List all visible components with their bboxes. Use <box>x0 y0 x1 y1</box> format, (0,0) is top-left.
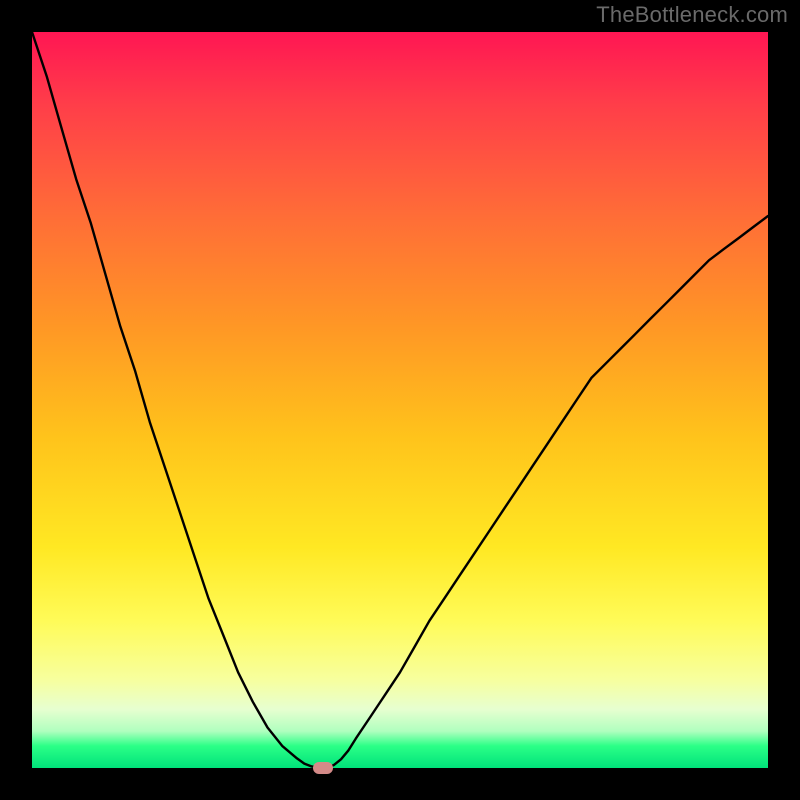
bottleneck-curve <box>32 32 768 768</box>
optimal-point-marker <box>313 762 333 774</box>
chart-frame: TheBottleneck.com <box>0 0 800 800</box>
watermark-text: TheBottleneck.com <box>596 2 788 28</box>
plot-area <box>32 32 768 768</box>
